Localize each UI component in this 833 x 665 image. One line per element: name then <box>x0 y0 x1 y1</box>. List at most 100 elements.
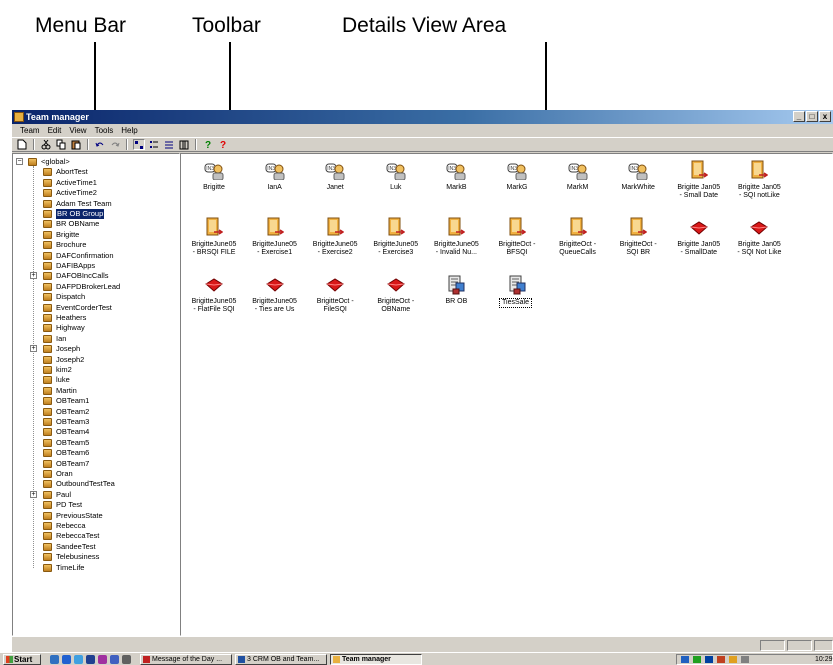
details-item[interactable]: BrigitteOct - QueueCalls <box>548 215 608 263</box>
tree-item[interactable]: + Paul <box>13 490 173 500</box>
tree-item[interactable]: + Joseph <box>13 344 173 354</box>
tree-item[interactable]: Dispatch <box>13 292 173 302</box>
tree-item[interactable]: OutboundTestTea <box>13 479 173 489</box>
details-item[interactable]: IN3 Brigitte <box>184 158 244 206</box>
collapse-icon[interactable]: − <box>16 158 23 165</box>
expand-icon[interactable]: + <box>30 272 37 280</box>
start-button[interactable]: Start <box>3 654 41 665</box>
tree-root-item[interactable]: − <global> <box>13 157 173 167</box>
details-item[interactable]: BR OB <box>426 272 486 320</box>
task-team-manager[interactable]: Team manager <box>330 654 422 665</box>
tree-item[interactable]: Highway <box>13 323 173 333</box>
menu-help[interactable]: Help <box>117 126 141 135</box>
tree-item[interactable]: SandeeTest <box>13 542 173 552</box>
tree-item[interactable]: PD Test <box>13 500 173 510</box>
details-item[interactable]: IN3 MarkWhite <box>608 158 668 206</box>
details-item[interactable]: TiesSale <box>487 272 547 320</box>
menu-team[interactable]: Team <box>16 126 44 135</box>
tree-item[interactable]: Joseph2 <box>13 355 173 365</box>
details-item[interactable]: BrigitteJune05 - Exercise2 <box>305 215 365 263</box>
tree-item[interactable]: DAFConfirmation <box>13 251 173 261</box>
tree-item[interactable]: RebeccaTest <box>13 531 173 541</box>
tree-item[interactable]: OBTeam6 <box>13 448 173 458</box>
menu-tools[interactable]: Tools <box>91 126 118 135</box>
expand-icon[interactable]: + <box>30 345 37 353</box>
tree-item[interactable]: OBTeam7 <box>13 459 173 469</box>
tree-item[interactable]: ActiveTime1 <box>13 178 173 188</box>
tree-item[interactable]: kim2 <box>13 365 173 375</box>
cut-icon[interactable] <box>40 139 52 150</box>
tray-security-icon[interactable] <box>717 656 725 663</box>
details-item[interactable]: BrigitteJune05 - BRSQI FILE <box>184 215 244 263</box>
minimize-button[interactable]: _ <box>793 111 805 122</box>
tree-item[interactable]: BR OBName <box>13 219 173 229</box>
tree-item[interactable]: Martin <box>13 386 173 396</box>
tree-item[interactable]: + DAFOBIncCalls <box>13 271 173 281</box>
tree-item[interactable]: Ian <box>13 334 173 344</box>
paste-icon[interactable] <box>70 139 82 150</box>
tree-item[interactable]: OBTeam1 <box>13 396 173 406</box>
details-view-icon[interactable] <box>178 139 190 150</box>
tree-item[interactable]: Telebusiness <box>13 552 173 562</box>
tree-item[interactable]: DAFIBApps <box>13 261 173 271</box>
tree-item[interactable]: PreviousState <box>13 511 173 521</box>
details-item[interactable]: BrigitteJune05 - FlatFile SQI <box>184 272 244 320</box>
tree-item[interactable]: Brigitte <box>13 230 173 240</box>
tree-item[interactable]: luke <box>13 375 173 385</box>
list-view-icon[interactable] <box>163 139 175 150</box>
tray-volume-icon[interactable] <box>729 656 737 663</box>
menu-edit[interactable]: Edit <box>44 126 66 135</box>
details-item[interactable]: BrigitteJune05 - Invalid Nu... <box>426 215 486 263</box>
tree-item[interactable]: Adam Test Team <box>13 199 173 209</box>
details-item[interactable]: Brigitte Jan05 - SQI Not Like <box>729 215 789 263</box>
quicklaunch-app2-icon[interactable] <box>110 655 119 664</box>
quicklaunch-outlook-icon[interactable] <box>74 655 83 664</box>
task-message-of-the-day[interactable]: Message of the Day ... <box>140 654 232 665</box>
tree-item[interactable]: TimeLife <box>13 563 173 573</box>
menu-view[interactable]: View <box>65 126 90 135</box>
tree-item[interactable]: AbortTest <box>13 167 173 177</box>
copy-icon[interactable] <box>55 139 67 150</box>
details-item[interactable]: IN3 Janet <box>305 158 365 206</box>
tray-app-icon[interactable] <box>693 656 701 663</box>
details-item[interactable]: Brigitte Jan05 - SmallDate <box>669 215 729 263</box>
details-item[interactable]: BrigitteJune05 - Ties are Us <box>245 272 305 320</box>
details-item[interactable]: BrigitteJune05 - Exercise3 <box>366 215 426 263</box>
tree-item[interactable]: Oran <box>13 469 173 479</box>
tray-misc-icon[interactable] <box>741 656 749 663</box>
quicklaunch-app-icon[interactable] <box>98 655 107 664</box>
help-icon[interactable]: ? <box>202 139 214 150</box>
details-item[interactable]: BrigitteOct - OBName <box>366 272 426 320</box>
details-view-pane[interactable]: IN3 Brigitte IN3 IanA IN3 Janet IN3 Luk IN3 MarkB… <box>180 153 833 636</box>
close-button[interactable]: x <box>819 111 831 122</box>
tree-item[interactable]: OBTeam5 <box>13 438 173 448</box>
tree-item[interactable]: OBTeam2 <box>13 407 173 417</box>
details-item[interactable]: IN3 Luk <box>366 158 426 206</box>
tree-item[interactable]: Rebecca <box>13 521 173 531</box>
quicklaunch-word-icon[interactable] <box>86 655 95 664</box>
tray-network-icon[interactable] <box>681 656 689 663</box>
task-crm-ob-and-team[interactable]: 3 CRM OB and Team... <box>235 654 327 665</box>
tree-item[interactable]: EventCorderTest <box>13 303 173 313</box>
large-icons-view-icon[interactable] <box>133 139 145 150</box>
redo-icon[interactable] <box>109 139 121 150</box>
undo-icon[interactable] <box>94 139 106 150</box>
tree-item[interactable]: BR OB Group <box>13 209 173 219</box>
details-item[interactable]: BrigitteJune05 - Exercise1 <box>245 215 305 263</box>
tree-item[interactable]: OBTeam3 <box>13 417 173 427</box>
quicklaunch-desktop-icon[interactable] <box>50 655 59 664</box>
details-item[interactable]: BrigitteOct - FileSQI <box>305 272 365 320</box>
details-item[interactable]: IN3 IanA <box>245 158 305 206</box>
maximize-button[interactable]: □ <box>806 111 818 122</box>
team-tree-pane[interactable]: − <global> AbortTest ActiveTime1 ActiveTime2… <box>12 153 180 636</box>
title-bar[interactable]: Team manager _ □ x <box>12 110 833 124</box>
details-item[interactable]: Brigitte Jan05 - Small Date <box>669 158 729 206</box>
details-item[interactable]: IN3 MarkB <box>426 158 486 206</box>
new-icon[interactable] <box>16 139 28 150</box>
tree-item[interactable]: Heathers <box>13 313 173 323</box>
tree-item[interactable]: DAFPDBrokerLead <box>13 282 173 292</box>
details-item[interactable]: BrigitteOct - SQI BR <box>608 215 668 263</box>
details-item[interactable]: BrigitteOct - BFSQI <box>487 215 547 263</box>
whats-this-icon[interactable]: ? <box>217 139 229 150</box>
tree-item[interactable]: OBTeam4 <box>13 427 173 437</box>
